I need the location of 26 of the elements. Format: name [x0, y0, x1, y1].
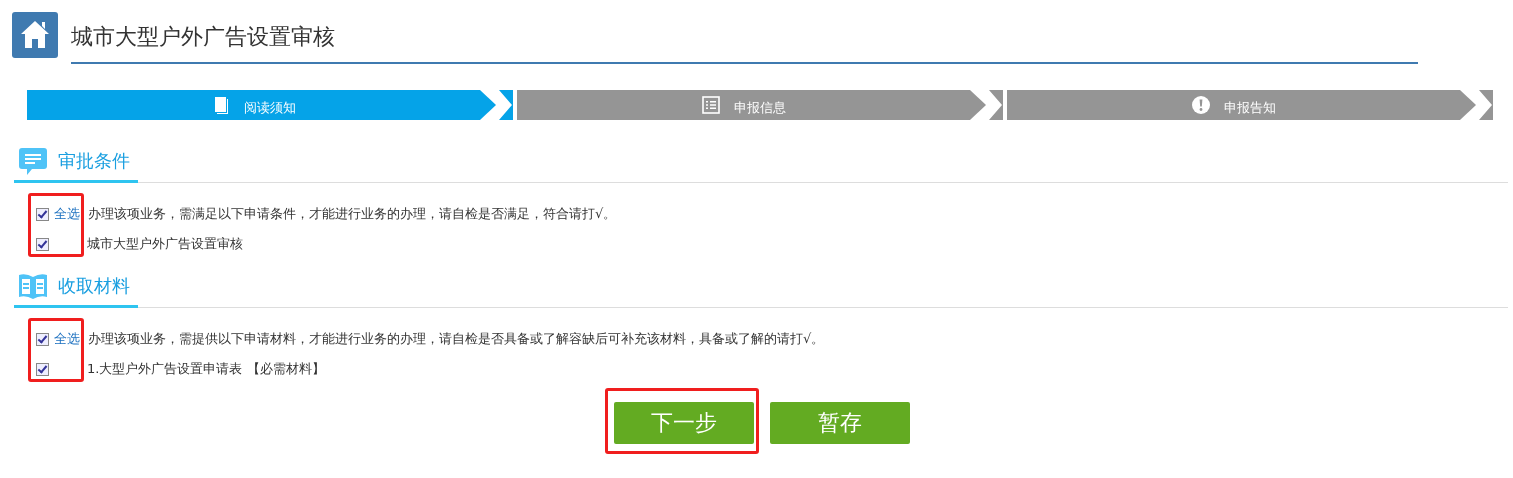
home-icon [12, 12, 58, 58]
step-tab[interactable]: 阅读须知 [27, 90, 496, 120]
action-button[interactable]: 暂存 [769, 402, 910, 444]
item-label: 城市大型户外广告设置审核 [87, 235, 243, 253]
select-all-link[interactable]: 全选 [54, 205, 80, 223]
instruction-text: 办理该项业务，需提供以下申请材料，才能进行业务的办理，请自检是否具备或了解容缺后可补充该材料，具备或了解的请打√。 [88, 330, 825, 348]
step-chevron [1479, 90, 1493, 120]
step-chevron [989, 90, 1003, 120]
item-checkbox[interactable] [36, 237, 49, 251]
item-label: 1.大型户外广告设置申请表 【必需材料】 [87, 360, 325, 378]
section-title: 收取材料 [58, 274, 130, 298]
select-all-checkbox[interactable] [36, 332, 49, 346]
chat-icon [18, 146, 48, 176]
section-title: 审批条件 [58, 149, 130, 173]
page-title: 城市大型户外广告设置审核 [71, 23, 335, 51]
step-tab[interactable]: 申报告知 [1007, 90, 1476, 120]
select-all-checkbox[interactable] [36, 207, 49, 221]
action-button[interactable]: 下一步 [613, 402, 754, 444]
step-chevron [499, 90, 513, 120]
open-book-icon [18, 271, 48, 301]
list-icon [701, 96, 720, 114]
step-tab[interactable]: 申报信息 [517, 90, 986, 120]
item-checkbox[interactable] [36, 362, 49, 376]
instruction-text: 办理该项业务，需满足以下申请条件，才能进行业务的办理，请自检是否满足，符合请打√。 [88, 205, 617, 223]
exclamation-icon [1191, 96, 1210, 114]
select-all-link[interactable]: 全选 [54, 330, 80, 348]
